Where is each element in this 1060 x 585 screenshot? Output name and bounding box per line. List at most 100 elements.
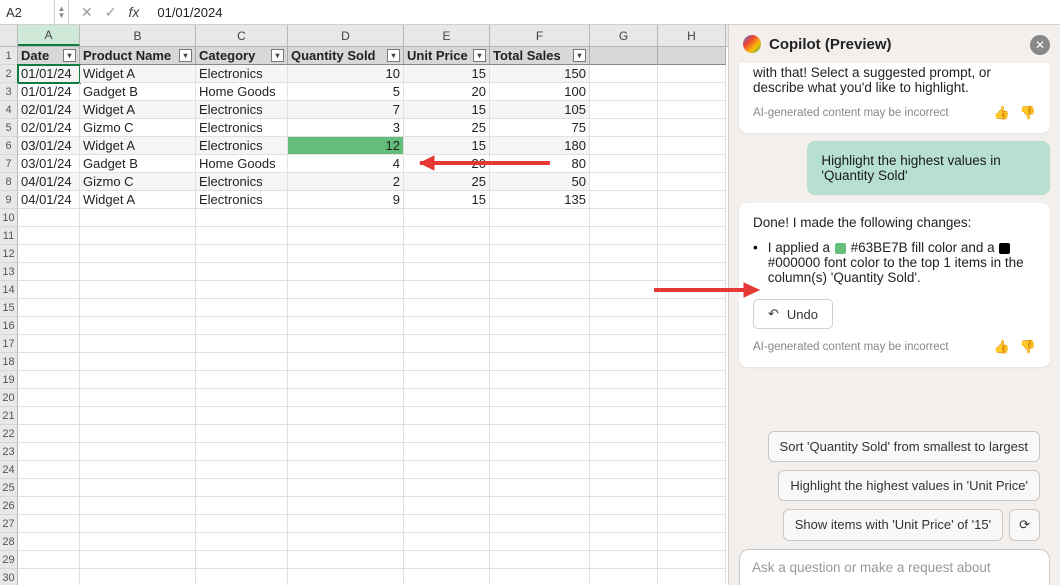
- cell[interactable]: [590, 245, 658, 263]
- cell[interactable]: Widget A: [80, 191, 196, 209]
- cell[interactable]: Home Goods: [196, 83, 288, 101]
- cell[interactable]: [196, 443, 288, 461]
- cell[interactable]: [590, 119, 658, 137]
- cell[interactable]: 100: [490, 83, 590, 101]
- cell[interactable]: [404, 227, 490, 245]
- cell[interactable]: [80, 569, 196, 585]
- cell[interactable]: 80: [490, 155, 590, 173]
- cell[interactable]: [196, 263, 288, 281]
- row-header[interactable]: 10: [0, 209, 18, 227]
- cell[interactable]: [288, 353, 404, 371]
- cell[interactable]: Widget A: [80, 65, 196, 83]
- cell[interactable]: [288, 533, 404, 551]
- cell[interactable]: [490, 317, 590, 335]
- cell[interactable]: Widget A: [80, 101, 196, 119]
- cell[interactable]: [590, 461, 658, 479]
- cell[interactable]: [590, 497, 658, 515]
- column-header-A[interactable]: A: [18, 25, 80, 46]
- cell[interactable]: [196, 551, 288, 569]
- thumbs-down-icon[interactable]: 👎: [1020, 339, 1036, 355]
- cell[interactable]: [288, 335, 404, 353]
- cell[interactable]: [196, 533, 288, 551]
- cell[interactable]: [80, 461, 196, 479]
- cell[interactable]: [196, 353, 288, 371]
- cell[interactable]: [490, 443, 590, 461]
- cell[interactable]: Date▾: [18, 47, 80, 65]
- cell[interactable]: [658, 425, 726, 443]
- row-header[interactable]: 2: [0, 65, 18, 83]
- cell[interactable]: [196, 515, 288, 533]
- filter-dropdown-icon[interactable]: ▾: [473, 49, 486, 62]
- cell[interactable]: 15: [404, 65, 490, 83]
- row-header[interactable]: 24: [0, 461, 18, 479]
- row-header[interactable]: 16: [0, 317, 18, 335]
- cell[interactable]: [490, 263, 590, 281]
- cell[interactable]: [18, 569, 80, 585]
- cell[interactable]: [80, 371, 196, 389]
- cell[interactable]: [18, 317, 80, 335]
- cell[interactable]: [590, 101, 658, 119]
- cell[interactable]: [590, 389, 658, 407]
- cell[interactable]: [404, 497, 490, 515]
- cell[interactable]: [288, 551, 404, 569]
- cell[interactable]: Quantity Sold▾: [288, 47, 404, 65]
- cell[interactable]: [80, 443, 196, 461]
- cell[interactable]: [590, 227, 658, 245]
- cell[interactable]: Gizmo C: [80, 119, 196, 137]
- filter-dropdown-icon[interactable]: ▾: [63, 49, 76, 62]
- cell[interactable]: 20: [404, 155, 490, 173]
- cell[interactable]: Electronics: [196, 101, 288, 119]
- cell[interactable]: [18, 497, 80, 515]
- cell[interactable]: 3: [288, 119, 404, 137]
- cell[interactable]: [658, 155, 726, 173]
- cell[interactable]: [658, 461, 726, 479]
- cell[interactable]: Electronics: [196, 173, 288, 191]
- cell[interactable]: [658, 407, 726, 425]
- cell[interactable]: 150: [490, 65, 590, 83]
- cell[interactable]: 15: [404, 137, 490, 155]
- cell[interactable]: [590, 335, 658, 353]
- cell[interactable]: [404, 533, 490, 551]
- cell[interactable]: [590, 173, 658, 191]
- cell[interactable]: [658, 47, 726, 65]
- cell[interactable]: Gizmo C: [80, 173, 196, 191]
- cell[interactable]: 15: [404, 191, 490, 209]
- row-header[interactable]: 15: [0, 299, 18, 317]
- cell[interactable]: [590, 443, 658, 461]
- row-header[interactable]: 7: [0, 155, 18, 173]
- cell[interactable]: 75: [490, 119, 590, 137]
- row-header[interactable]: 13: [0, 263, 18, 281]
- cell[interactable]: [590, 155, 658, 173]
- cell[interactable]: [490, 533, 590, 551]
- cell[interactable]: [18, 389, 80, 407]
- undo-button[interactable]: ↶ Undo: [753, 299, 833, 329]
- cell[interactable]: [590, 533, 658, 551]
- cell[interactable]: [18, 353, 80, 371]
- cell[interactable]: 9: [288, 191, 404, 209]
- cell[interactable]: [18, 371, 80, 389]
- row-header[interactable]: 4: [0, 101, 18, 119]
- cell[interactable]: [590, 353, 658, 371]
- cell[interactable]: [404, 515, 490, 533]
- cell[interactable]: [590, 191, 658, 209]
- cell[interactable]: [196, 407, 288, 425]
- cell[interactable]: 20: [404, 83, 490, 101]
- copilot-input[interactable]: Ask a question or make a request about: [739, 549, 1050, 585]
- cell[interactable]: Home Goods: [196, 155, 288, 173]
- cell[interactable]: [18, 533, 80, 551]
- cell[interactable]: Unit Price▾: [404, 47, 490, 65]
- cell[interactable]: [658, 191, 726, 209]
- cell[interactable]: [18, 407, 80, 425]
- cell[interactable]: [658, 119, 726, 137]
- cell[interactable]: 15: [404, 101, 490, 119]
- cell[interactable]: [404, 281, 490, 299]
- cell[interactable]: [80, 209, 196, 227]
- thumbs-down-icon[interactable]: 👎: [1020, 105, 1036, 121]
- row-header[interactable]: 21: [0, 407, 18, 425]
- cell[interactable]: [196, 299, 288, 317]
- cell[interactable]: [490, 461, 590, 479]
- cell[interactable]: 12: [288, 137, 404, 155]
- cell[interactable]: [404, 317, 490, 335]
- cell[interactable]: 2: [288, 173, 404, 191]
- cell[interactable]: [490, 299, 590, 317]
